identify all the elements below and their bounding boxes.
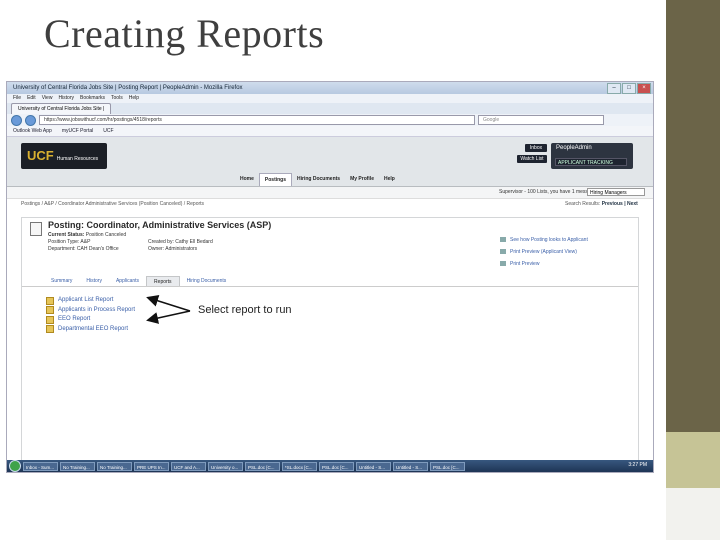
window-controls: – □ × — [607, 83, 651, 94]
report-icon — [46, 306, 54, 315]
tab-summary[interactable]: Summary — [44, 276, 79, 286]
taskbar-button[interactable]: PSL.doc [C... — [245, 461, 280, 471]
nav-postings[interactable]: Postings — [258, 173, 293, 186]
taskbar-button[interactable]: Untitled - S... — [356, 461, 391, 471]
menu-view[interactable]: View — [42, 94, 53, 103]
bookmark-ucf[interactable]: UCF — [103, 126, 113, 136]
taskbar-button[interactable]: UCF and A... — [171, 461, 206, 471]
watch-list-button[interactable]: Watch List — [517, 155, 547, 163]
windows-taskbar: Inbox - Sum... No Training... No Trainin… — [7, 460, 653, 472]
bookmark-outlook[interactable]: Outlook Web App — [13, 126, 52, 136]
minimize-icon[interactable]: – — [607, 83, 621, 94]
brand-label: PeopleAdmin — [556, 145, 592, 151]
tab-reports[interactable]: Reports — [146, 276, 180, 286]
taskbar-button[interactable]: PSL.doc [C... — [319, 461, 354, 471]
current-status: Position Canceled — [85, 232, 127, 238]
report-link-applicants-in-process[interactable]: Applicants in Process Report — [46, 306, 135, 316]
maximize-icon[interactable]: □ — [622, 83, 636, 94]
breadcrumb[interactable]: Postings / A&P / Coordinator Administrat… — [21, 199, 204, 210]
report-link-eeo[interactable]: EEO Report — [46, 315, 135, 325]
taskbar-button[interactable]: *SL.docx [C... — [282, 461, 317, 471]
back-icon[interactable] — [11, 114, 22, 126]
url-input[interactable]: https://www.jobswithucf.com/hr/postings/… — [39, 115, 475, 125]
annotation-text: Select report to run — [198, 304, 292, 316]
reports-list: Applicant List Report Applicants in Proc… — [46, 296, 135, 334]
ucf-logo[interactable]: UCF Human Resources — [21, 143, 107, 169]
side-link-print-preview[interactable]: Print Preview — [500, 258, 588, 270]
search-results-nav: Search Results: Previous | Next — [565, 201, 638, 207]
posting-panel: Posting: Coordinator, Administrative Ser… — [21, 217, 639, 465]
nav-home[interactable]: Home — [235, 173, 259, 186]
browser-tab[interactable]: University of Central Florida Jobs Site … — [11, 103, 112, 114]
tab-hiring-documents[interactable]: Hiring Documents — [180, 276, 234, 286]
user-status: Supervisor - 100 Lists, you have 1 messa… — [499, 189, 597, 195]
forward-icon[interactable] — [25, 114, 36, 126]
start-icon[interactable] — [9, 460, 21, 472]
taskbar-button[interactable]: No Training... — [97, 461, 132, 471]
nav-my-profile[interactable]: My Profile — [345, 173, 379, 186]
menu-file[interactable]: File — [13, 94, 21, 103]
report-link-departmental-eeo[interactable]: Departmental EEO Report — [46, 325, 135, 335]
bookmark-myucf[interactable]: myUCF Portal — [62, 126, 93, 136]
posting-meta-left: Current Status: Position Canceled Positi… — [48, 232, 127, 252]
breadcrumb-row: Postings / A&P / Coordinator Administrat… — [7, 199, 653, 210]
tab-applicants[interactable]: Applicants — [109, 276, 146, 286]
window-titlebar: University of Central Florida Jobs Site … — [7, 82, 653, 94]
menu-history[interactable]: History — [58, 94, 74, 103]
module-select[interactable]: APPLICANT TRACKING — [555, 158, 627, 166]
report-link-applicant-list[interactable]: Applicant List Report — [46, 296, 135, 306]
taskbar-button[interactable]: Untitled - S... — [393, 461, 428, 471]
print-icon — [500, 261, 506, 267]
menu-bar: File Edit View History Bookmarks Tools H… — [7, 94, 653, 103]
browser-tabs: University of Central Florida Jobs Site … — [7, 103, 653, 114]
preview-icon — [500, 237, 506, 243]
taskbar-button[interactable]: PSL.doc [C... — [430, 461, 465, 471]
side-link-print-applicant[interactable]: Print Preview (Applicant View) — [500, 246, 588, 258]
menu-edit[interactable]: Edit — [27, 94, 36, 103]
posting-title: Posting: Coordinator, Administrative Ser… — [48, 220, 272, 230]
close-icon[interactable]: × — [637, 83, 651, 94]
window-title: University of Central Florida Jobs Site … — [13, 85, 243, 91]
search-results-links[interactable]: Previous | Next — [602, 201, 638, 207]
main-nav: Home Postings Hiring Documents My Profil… — [235, 173, 400, 186]
posting-meta-right: Created by: Cathy Ell Bedard Owner: Admi… — [148, 239, 213, 253]
nav-help[interactable]: Help — [379, 173, 400, 186]
owner: Owner: Administrators — [148, 246, 198, 252]
report-icon — [46, 296, 54, 305]
status-row: Supervisor - 100 Lists, you have 1 messa… — [7, 187, 653, 199]
peopleadmin-box: PeopleAdmin APPLICANT TRACKING — [551, 143, 633, 169]
print-icon — [500, 249, 506, 255]
app-banner: UCF Human Resources Inbox Watch List Peop… — [7, 137, 653, 187]
side-link-preview-applicant[interactable]: See how Posting looks to Applicant — [500, 234, 588, 246]
side-bar-dark-section — [666, 0, 720, 432]
role-select[interactable]: Hiring Managers — [587, 188, 645, 196]
department: Department: CAH Dean's Office — [48, 246, 119, 252]
menu-help[interactable]: Help — [129, 94, 139, 103]
side-links: See how Posting looks to Applicant Print… — [500, 234, 588, 270]
taskbar-button[interactable]: University o... — [208, 461, 243, 471]
taskbar-button[interactable]: Inbox - Sum... — [23, 461, 58, 471]
document-icon — [30, 222, 42, 236]
search-input[interactable]: Google — [478, 115, 604, 125]
posting-subtabs: Summary History Applicants Reports Hirin… — [22, 276, 638, 287]
navigation-bar: https://www.jobswithucf.com/hr/postings/… — [7, 114, 653, 126]
menu-tools[interactable]: Tools — [111, 94, 123, 103]
taskbar-button[interactable]: PRE UPS In... — [134, 461, 169, 471]
report-icon — [46, 315, 54, 324]
slide-title: Creating Reports — [44, 11, 325, 56]
taskbar-clock: 3:27 PM — [628, 462, 647, 468]
created-by: Created by: Cathy Ell Bedard — [148, 239, 213, 245]
side-bar-accent-band — [666, 432, 720, 488]
nav-hiring-documents[interactable]: Hiring Documents — [292, 173, 345, 186]
tab-history[interactable]: History — [79, 276, 109, 286]
inbox-button[interactable]: Inbox — [525, 144, 547, 152]
report-icon — [46, 325, 54, 334]
bookmarks-bar: Outlook Web App myUCF Portal UCF — [7, 126, 653, 137]
decorative-side-bar — [666, 0, 720, 540]
browser-screenshot: University of Central Florida Jobs Site … — [6, 81, 654, 473]
menu-bookmarks[interactable]: Bookmarks — [80, 94, 105, 103]
position-type: Position Type: A&P — [48, 239, 91, 245]
taskbar-button[interactable]: No Training... — [60, 461, 95, 471]
